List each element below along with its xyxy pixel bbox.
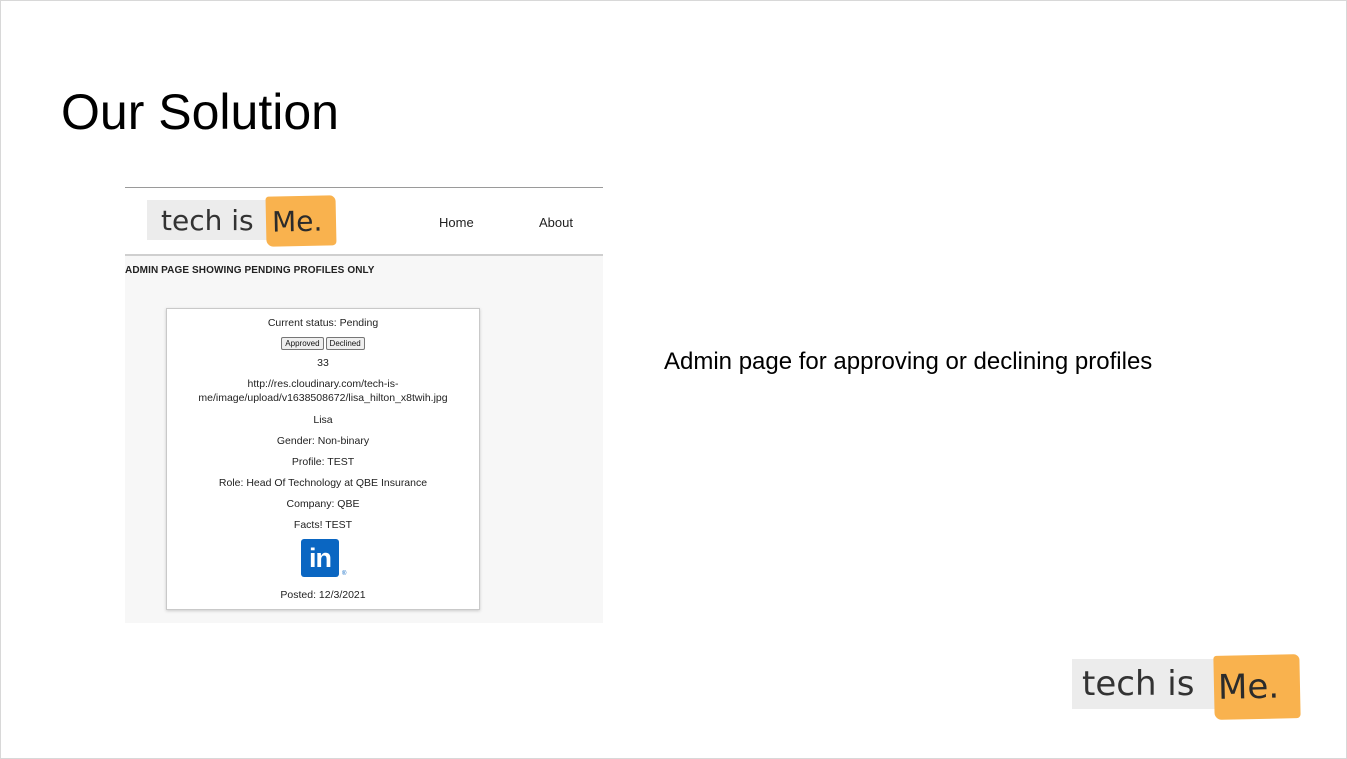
image-url-line-1: http://res.cloudinary.com/tech-is- (247, 378, 399, 390)
nav-home-link[interactable]: Home (439, 215, 474, 230)
corner-logo: tech is Me. (1072, 654, 1301, 720)
profile-name: Lisa (313, 414, 333, 426)
posted-date: Posted: 12/3/2021 (280, 589, 366, 601)
corner-logo-text-tech: tech is (1072, 659, 1222, 709)
admin-page-screenshot: tech is Me. Home About ADMIN PAGE SHOWIN… (125, 187, 603, 623)
approval-buttons: Approved Declined (167, 337, 479, 350)
linkedin-registered-mark: ® (342, 571, 347, 577)
logo-text-me: Me. (265, 195, 337, 247)
profile-company: Company: QBE (286, 498, 360, 510)
linkedin-icon[interactable]: in (301, 539, 339, 577)
profile-role: Role: Head Of Technology at QBE Insuranc… (218, 477, 428, 489)
slide-caption: Admin page for approving or declining pr… (664, 348, 1153, 375)
logo-text-tech: tech is (147, 200, 275, 240)
nav-logo[interactable]: tech is Me. (147, 195, 337, 247)
slide-title: Our Solution (61, 84, 339, 140)
profile-card: Current status: Pending Approved Declined… (166, 308, 480, 610)
image-url-line-2: me/image/upload/v1638508672/lisa_hilton_… (198, 392, 448, 404)
linkedin-icon-glyph: in (309, 543, 332, 573)
decline-button[interactable]: Declined (325, 337, 365, 350)
navbar: tech is Me. Home About (125, 188, 603, 256)
status-text: Current status: Pending (267, 317, 379, 329)
corner-logo-text-me: Me. (1213, 654, 1301, 720)
approve-button[interactable]: Approved (281, 337, 324, 350)
nav-about-link[interactable]: About (539, 215, 573, 230)
admin-page-heading: ADMIN PAGE SHOWING PENDING PROFILES ONLY (125, 265, 375, 276)
profile-facts: Facts! TEST (293, 519, 353, 531)
profile-text: Profile: TEST (291, 456, 355, 468)
profile-gender: Gender: Non-binary (276, 435, 370, 447)
profile-id: 33 (317, 357, 329, 369)
